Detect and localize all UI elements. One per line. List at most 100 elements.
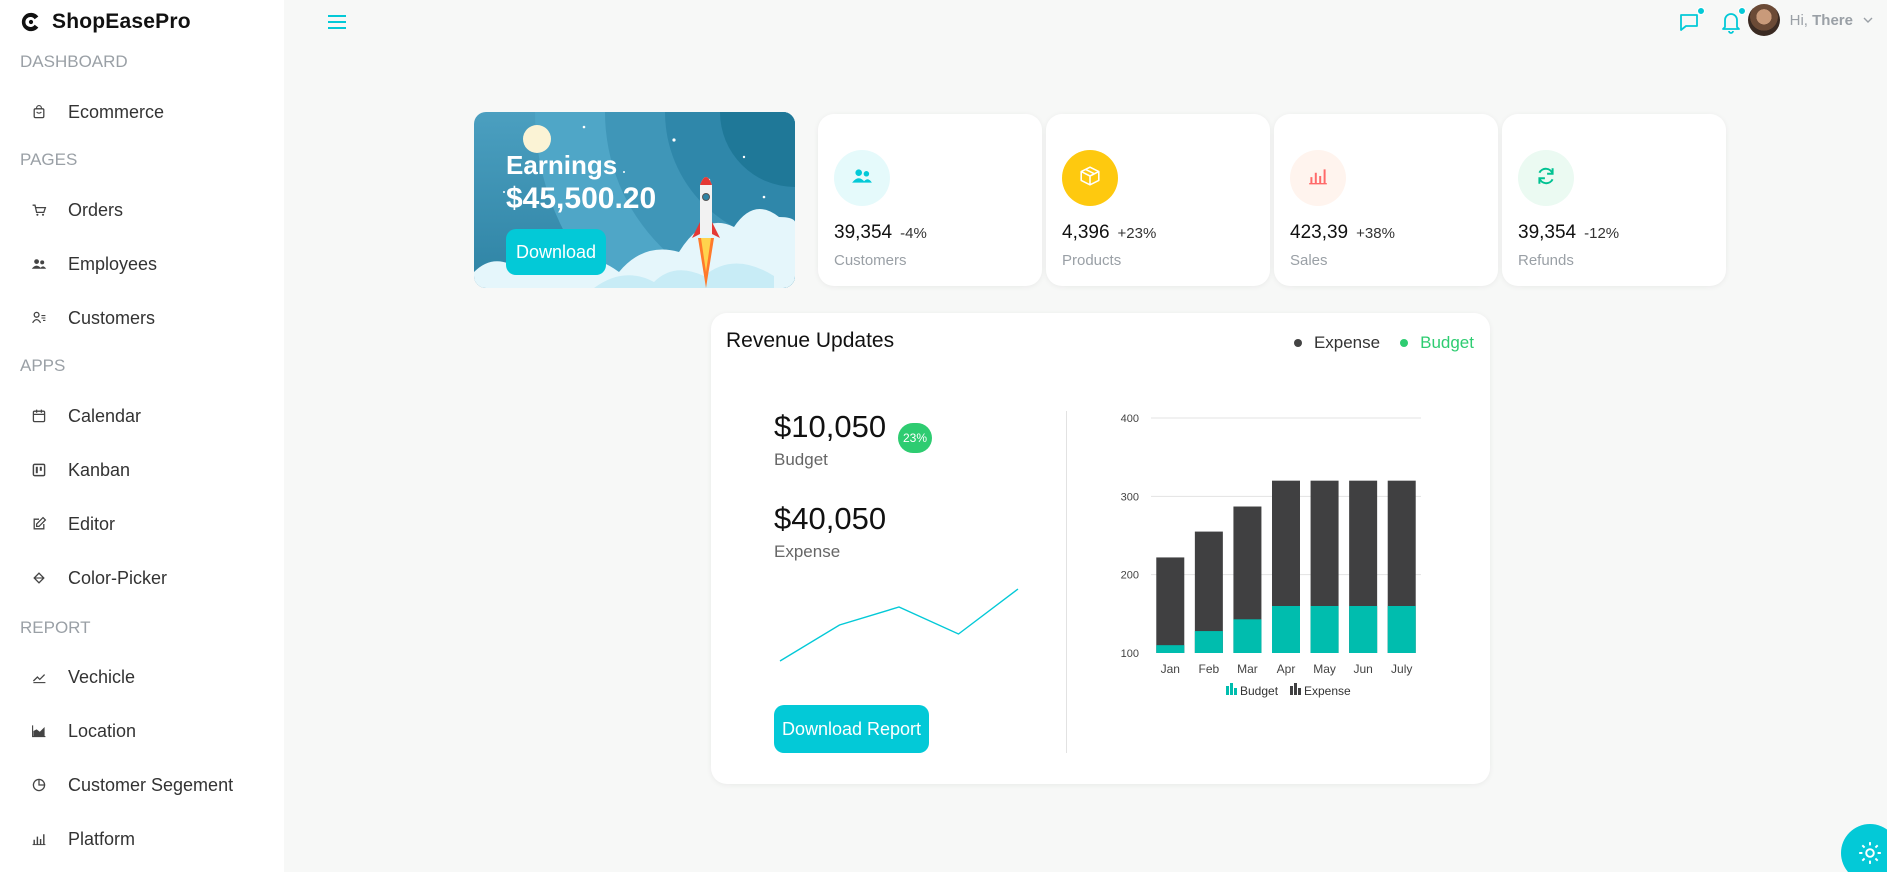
stat-card-customers: 39,354 -4% Customers <box>818 114 1042 286</box>
stat-icon-button[interactable] <box>834 150 890 206</box>
stat-percent: -4% <box>900 225 927 242</box>
brand-logo[interactable]: ShopEasePro <box>20 10 191 34</box>
x-tick-label: July <box>1391 662 1412 676</box>
users-icon <box>30 255 48 273</box>
legend-label-budget: Budget <box>1240 684 1279 698</box>
stat-title: Sales <box>1290 252 1328 269</box>
stat-icon-button[interactable] <box>1290 150 1346 206</box>
revenue-bar-chart: 100 200 300 400 Jan Feb Mar Apr May Jun July Budget… <box>1121 413 1421 698</box>
stat-percent: -12% <box>1584 225 1620 242</box>
legend-label-expense: Expense <box>1304 684 1351 698</box>
sidebar-item-label: Employees <box>68 253 158 274</box>
gear-icon <box>1859 842 1881 864</box>
area-chart-icon <box>30 722 48 740</box>
bar-chart-icon <box>30 830 48 848</box>
sidebar-item-label: Orders <box>68 199 124 220</box>
divider <box>1066 411 1067 753</box>
sidebar-item-location[interactable]: Location <box>30 714 136 748</box>
x-tick-label: Apr <box>1277 662 1296 676</box>
y-tick-label: 200 <box>1121 570 1139 582</box>
notification-button[interactable] <box>1720 7 1746 34</box>
legend-icon-bar <box>1226 686 1229 695</box>
stat-percent: +23% <box>1117 225 1157 242</box>
y-tick-label: 300 <box>1121 491 1139 503</box>
sidebar-section-report: REPORT <box>20 618 91 637</box>
legend-icon-bar <box>1230 683 1233 695</box>
refresh-icon <box>1535 165 1557 192</box>
x-tick-label: Feb <box>1199 662 1220 676</box>
edit-icon <box>30 515 48 533</box>
stat-amount: 4,396 +23% <box>1062 222 1156 244</box>
y-tick-label: 100 <box>1121 648 1139 660</box>
legend-icon-bar <box>1294 683 1297 695</box>
sidebar-item-customer-segement[interactable]: Customer Segement <box>30 768 233 802</box>
bar-budget <box>1272 606 1300 653</box>
sidebar-item-vechicle[interactable]: Vechicle <box>30 660 135 694</box>
sidebar-item-label: Location <box>68 720 137 741</box>
sidebar-item-label: Ecommerce <box>68 101 165 122</box>
sidebar-item-kanban[interactable]: Kanban <box>30 453 130 487</box>
sidebar-item-label: Kanban <box>68 459 131 480</box>
stat-amount: 423,39 +38% <box>1290 222 1395 244</box>
legend-icon-bar <box>1234 688 1237 695</box>
menu-icon[interactable] <box>328 14 346 30</box>
chat-button[interactable] <box>1678 7 1705 34</box>
cart-icon <box>30 201 48 219</box>
bar-chart-icon <box>1307 165 1329 192</box>
kanban-icon <box>30 461 48 479</box>
stat-icon-button[interactable] <box>1518 150 1574 206</box>
legend-icon-bar <box>1298 688 1301 695</box>
sidebar-item-color-picker[interactable]: Color-Picker <box>30 561 167 595</box>
sidebar-item-label: Customer Segement <box>68 774 234 795</box>
stat-value: 39,354 <box>834 222 893 243</box>
sidebar-item-label: Calendar <box>68 405 142 426</box>
sidebar-item-platform[interactable]: Platform <box>30 822 135 856</box>
box-icon <box>1079 165 1101 192</box>
earnings-title: Earnings <box>506 150 618 180</box>
calendar-icon <box>30 407 48 425</box>
user-greeting: Hi, There <box>1789 11 1853 29</box>
shopping-bag-icon <box>30 103 48 121</box>
sidebar-item-label: Editor <box>68 513 116 534</box>
sparkline-chart <box>779 588 1019 662</box>
stat-title: Refunds <box>1518 252 1574 269</box>
download-report-button[interactable]: Download Report <box>774 705 929 753</box>
sidebar-item-employees[interactable]: Employees <box>30 247 157 281</box>
sidebar-item-orders[interactable]: Orders <box>30 193 123 227</box>
legend-expense: Expense <box>1293 333 1380 353</box>
sidebar: ShopEasePro DASHBOARD Ecommerce PAGES Order… <box>0 0 284 872</box>
bar-budget <box>1387 606 1416 653</box>
x-tick-label: May <box>1313 662 1336 676</box>
sidebar-section-dashboard: DASHBOARD <box>20 52 128 71</box>
sidebar-item-customers[interactable]: Customers <box>30 301 155 335</box>
line-chart-icon <box>30 668 48 686</box>
stat-card-products: 4,396 +23% Products <box>1046 114 1270 286</box>
stat-amount: 39,354 -4% <box>834 222 927 244</box>
budget-badge: 23% <box>898 423 932 453</box>
logo-icon <box>21 12 39 32</box>
stat-value: 423,39 <box>1290 222 1349 243</box>
x-tick-label: Jun <box>1353 662 1372 676</box>
revenue-card: Revenue Updates Expense Budget $10,050 2… <box>711 313 1490 784</box>
bar-budget <box>1233 619 1262 653</box>
x-tick-label: Mar <box>1237 662 1258 676</box>
sidebar-item-label: Platform <box>68 828 136 849</box>
stat-card-sales: 423,39 +38% Sales <box>1274 114 1498 286</box>
sidebar-item-label: Color-Picker <box>68 567 168 588</box>
brand-name: ShopEasePro <box>52 10 191 33</box>
stat-value: 4,396 <box>1062 222 1110 243</box>
sidebar-item-calendar[interactable]: Calendar <box>30 399 141 433</box>
stat-percent: +38% <box>1356 225 1395 242</box>
stat-title: Products <box>1062 252 1122 269</box>
sidebar-item-editor[interactable]: Editor <box>30 507 115 541</box>
bar-budget <box>1194 631 1223 653</box>
user-menu[interactable]: Hi, There <box>1747 4 1873 36</box>
stat-icon-button[interactable] <box>1062 150 1118 206</box>
paint-bucket-icon <box>30 569 48 587</box>
pie-chart-icon <box>30 776 48 794</box>
sidebar-item-ecommerce[interactable]: Ecommerce <box>30 95 164 129</box>
revenue-title: Revenue Updates <box>726 329 895 352</box>
download-button[interactable]: Download <box>506 229 606 275</box>
earnings-card: Earnings $45,500.20 Download <box>474 112 795 288</box>
settings-button[interactable] <box>1841 824 1887 872</box>
